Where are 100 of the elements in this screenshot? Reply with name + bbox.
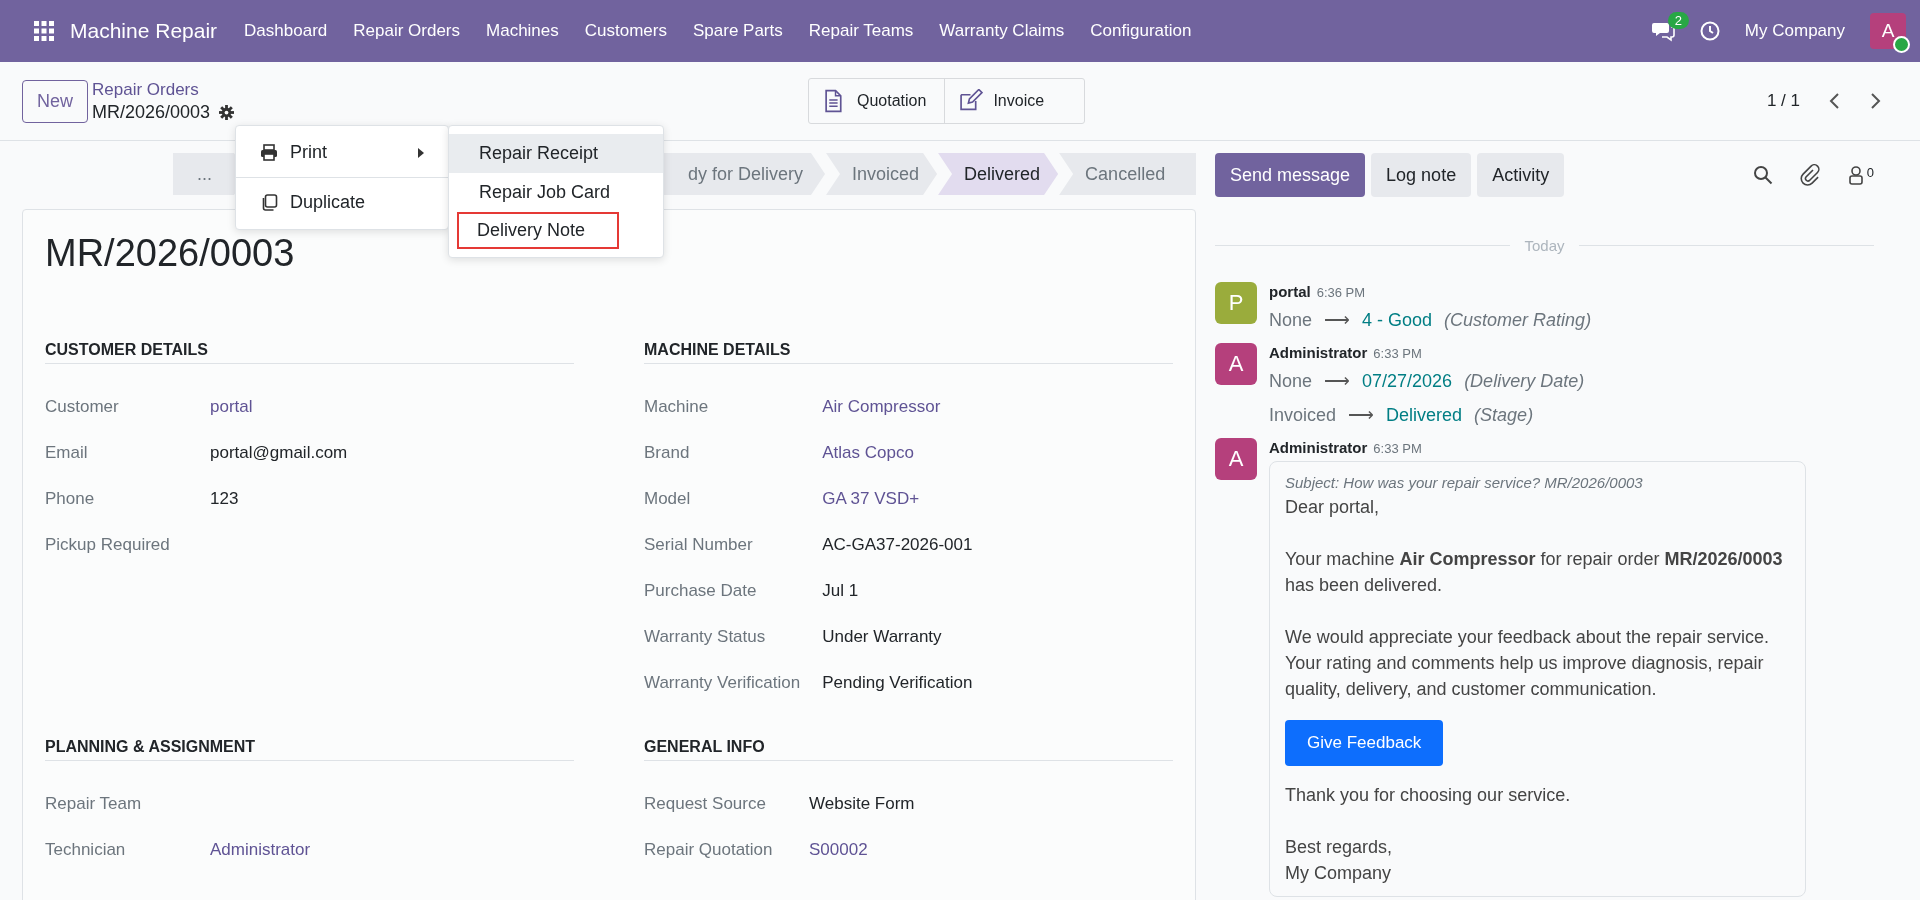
field-value: Pending Verification [822,672,974,694]
field-name: (Delivery Date) [1464,370,1585,393]
menu-item[interactable]: Dashboard [231,21,341,41]
field-label: Warranty Verification [644,672,801,694]
menu-item[interactable]: Repair Teams [795,21,927,41]
field-link[interactable]: Atlas Copco [822,442,1173,464]
user-avatar: A [1215,438,1257,480]
status-stage[interactable]: Cancelled [1059,153,1196,195]
message-paragraph: Dear portal, [1285,496,1381,519]
message-count-badge: 2 [1667,12,1690,29]
app-name[interactable]: Machine Repair [66,19,232,43]
breadcrumb-link[interactable]: Repair Orders [92,79,808,101]
paperclip-icon [1798,164,1821,186]
settings-icon [219,104,235,120]
field-label: Email [45,442,89,464]
message-paragraph: Thank you for choosing our service. [1285,784,1572,807]
chatter-tab[interactable]: Send message [1215,153,1366,197]
field-label: Warranty Status [644,626,767,648]
message-paragraph: Your machine Air Compressor for repair order MR/2026/0003 has been delivered. [1285,548,1784,597]
settings-button[interactable] [219,104,235,120]
smart-button[interactable]: Invoice [945,79,1085,123]
attachment-button[interactable] [1798,164,1821,186]
message-time: 6:36 PM [1316,284,1366,302]
field-link[interactable]: Administrator [210,839,574,861]
printer-icon [260,144,278,161]
menu-item[interactable]: Machines [473,21,572,41]
arrow-icon: ⟶ [1348,398,1375,432]
menu-item[interactable]: Spare Parts [679,21,796,41]
new-value: Delivered [1386,404,1463,427]
user-avatar: A [1215,343,1257,385]
field-link[interactable]: GA 37 VSD+ [822,488,1173,510]
chat-icon [1651,20,1676,42]
next-button[interactable] [1869,92,1882,110]
user-icon [1846,165,1865,185]
status-stage[interactable]: Invoiced [826,153,938,195]
menu-item[interactable]: Customers [571,21,680,41]
field-label: Serial Number [644,534,754,556]
new-value: 07/27/2026 [1362,370,1453,393]
field-value: Website Form [809,793,916,815]
search-icon [1752,165,1773,185]
field-name: (Customer Rating) [1444,309,1592,332]
field-value: 123 [210,488,240,510]
chatter-tab[interactable]: Activity [1477,153,1565,197]
field-name: (Stage) [1474,404,1534,427]
field-label: Machine [644,396,710,418]
field-label: Purchase Date [644,580,758,602]
message-paragraph: We would appreciate your feedback about the repair service. Your rating and comments help us improve diagnosis, repair quality, delivery, and customer communication. [1285,626,1770,701]
menu-item[interactable]: Configuration [1077,21,1205,41]
field-label: Model [644,488,692,510]
record-title: MR/2026/0003 [45,232,296,275]
message-author: portal [1269,282,1311,302]
field-label: Brand [644,442,691,464]
message-subject: Subject: How was your repair service? MR/2026/0003 [1285,473,1644,493]
section-heading: CUSTOMER DETAILS [45,341,574,364]
submenu-item[interactable]: Repair Job Card [449,173,663,212]
chevron-left-icon [1828,92,1841,110]
field-value: Under Warranty [822,626,943,648]
field-value: AC-GA37-2026-001 [822,534,974,556]
arrow-icon: ⟶ [1324,303,1351,337]
field-label: Request Source [644,793,767,815]
section-heading: MACHINE DETAILS [644,341,1173,364]
company-switcher[interactable]: My Company [1731,21,1858,41]
feedback-button[interactable]: Give Feedback [1285,720,1444,766]
submenu-item[interactable]: Delivery Note [457,212,620,249]
field-link[interactable]: Air Compressor [822,396,1173,418]
new-button[interactable]: New [22,79,88,123]
field-link[interactable]: portal [210,396,574,418]
old-value: Invoiced [1269,404,1337,427]
status-stage[interactable]: Delivered [938,153,1059,195]
field-label: Customer [45,396,120,418]
section-heading: GENERAL INFO [644,738,1173,761]
search-button[interactable] [1752,165,1773,185]
record-name: MR/2026/0003 [92,101,211,123]
old-value: None [1269,309,1313,332]
chatter-tab[interactable]: Log note [1371,153,1472,197]
user-avatar: P [1215,282,1257,324]
field-label: Phone [45,488,96,510]
submenu-item[interactable]: Repair Receipt [449,134,663,173]
field-value: Jul 1 [822,580,860,602]
menu-item[interactable]: Warranty Claims [926,21,1078,41]
field-link[interactable]: S00002 [809,839,1173,861]
old-value: None [1269,370,1313,393]
clock-icon [1699,21,1720,41]
field-label: Pickup Required [45,534,171,556]
previous-button[interactable] [1828,92,1841,110]
menu-item[interactable]: Repair Orders [340,21,473,41]
date-separator: Today [1524,237,1565,254]
new-value: 4 - Good [1362,309,1433,332]
field-label: Repair Team [45,793,143,815]
arrow-icon: ⟶ [1324,364,1351,398]
message-time: 6:33 PM [1373,345,1422,363]
message-paragraph: Best regards, My Company [1285,836,1394,885]
apps-grid-icon [34,21,54,41]
chevron-right-icon [1869,92,1882,110]
section-heading: PLANNING & ASSIGNMENT [45,738,574,761]
followers-button[interactable]: 0 [1846,165,1874,185]
copy-icon [260,194,278,211]
field-label: Technician [45,839,127,861]
smart-button[interactable]: Quotation [809,79,946,123]
message-author: Administrator [1269,343,1368,363]
